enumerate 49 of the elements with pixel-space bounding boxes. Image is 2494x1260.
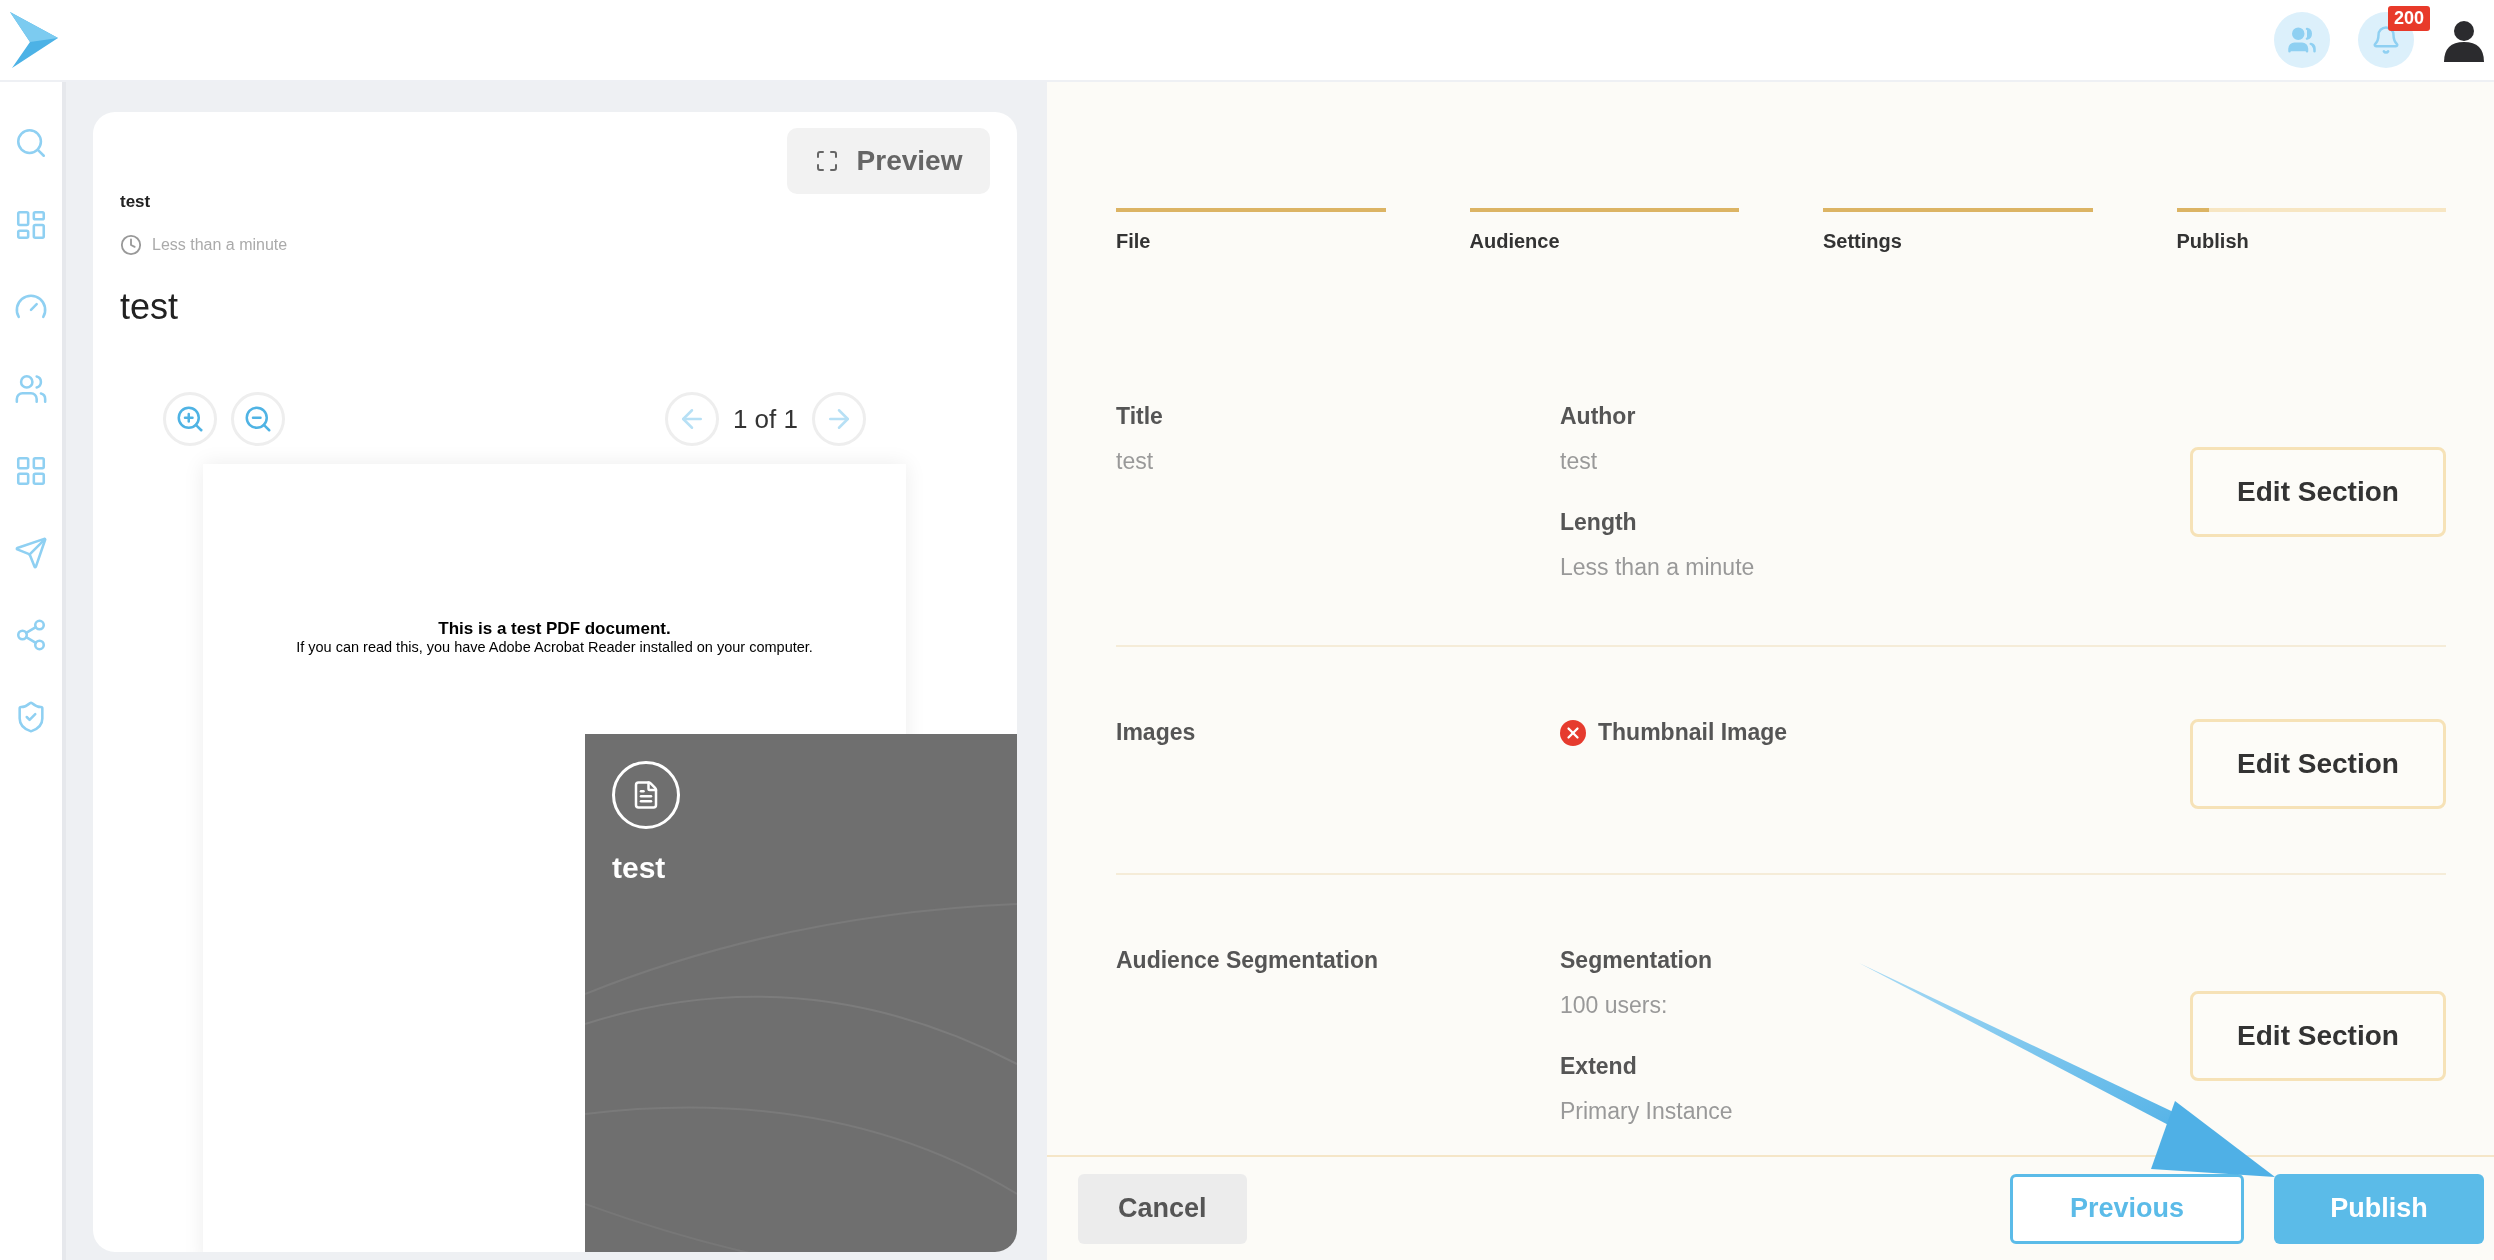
zoom-out-icon (243, 404, 273, 434)
step-label: Publish (2176, 230, 2250, 253)
zoom-in-icon (175, 404, 205, 434)
team-icon (2287, 25, 2317, 55)
avatar[interactable] (2442, 18, 2486, 62)
preview-button[interactable]: Preview (787, 128, 990, 194)
edit-section-button[interactable]: Edit Section (2190, 991, 2446, 1081)
clock-icon (120, 234, 142, 256)
page-indicator: 1 of 1 (732, 403, 798, 435)
step-label: Audience (1469, 230, 1561, 253)
field-value: Less than a minute (1560, 554, 1756, 581)
field-value: Primary Instance (1560, 1098, 1734, 1125)
zoom-out-button[interactable] (231, 392, 285, 446)
field-label: Thumbnail Image (1598, 719, 1788, 746)
cover-title: test (612, 851, 667, 885)
document-title: test (120, 192, 152, 212)
field-label: Extend (1560, 1053, 1638, 1080)
edit-section-button[interactable]: Edit Section (2190, 719, 2446, 809)
expand-icon (814, 149, 839, 173)
cancel-button[interactable]: Cancel (1078, 1173, 1247, 1244)
field-value: 100 users: (1560, 992, 1669, 1019)
next-page-button[interactable] (812, 392, 866, 446)
field-label: Images (1116, 719, 1197, 746)
document-heading: test (120, 286, 180, 328)
users-icon[interactable] (14, 372, 48, 406)
grid-icon[interactable] (14, 454, 48, 488)
edit-section-button[interactable]: Edit Section (2190, 447, 2446, 537)
field-label: Audience Segmentation (1116, 947, 1379, 974)
bell-icon (2371, 25, 2401, 55)
share-icon[interactable] (14, 618, 48, 652)
field-label: Segmentation (1560, 947, 1714, 974)
document-icon (612, 761, 680, 829)
duration-text: Less than a minute (152, 236, 288, 254)
dashboard-icon[interactable] (14, 208, 48, 242)
step-label: Settings (1823, 230, 1903, 253)
notification-badge: 200 (2387, 6, 2430, 31)
pdf-heading: This is a test PDF document. (437, 619, 672, 639)
field-value: test (1116, 448, 1155, 475)
step-label: File (1116, 230, 1152, 253)
field-value: test (1560, 448, 1599, 475)
field-label: Length (1560, 509, 1638, 536)
send-icon[interactable] (14, 536, 48, 570)
field-label: Title (1116, 403, 1164, 430)
field-label: Author (1560, 403, 1637, 430)
zoom-in-button[interactable] (163, 392, 217, 446)
team-button[interactable] (2274, 12, 2330, 68)
logo (8, 10, 60, 70)
search-icon[interactable] (14, 126, 48, 160)
pdf-text: If you can read this, you have Adobe Acrobat Reader installed on your computer. (295, 639, 814, 655)
